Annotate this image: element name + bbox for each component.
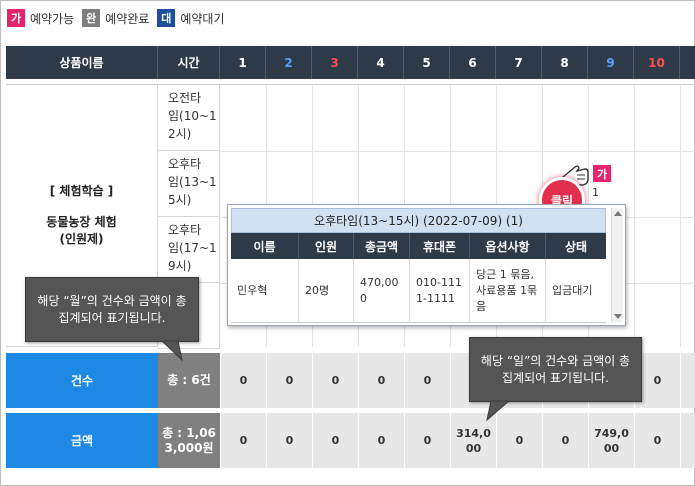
reservation-total: 470,000	[354, 259, 410, 323]
tooltip-pointer	[486, 400, 511, 422]
amount-cell	[680, 413, 695, 468]
amount-cell: 0	[358, 413, 404, 468]
time-slot-line: 임(13~1	[168, 175, 217, 189]
legend-available: 가 예약가능	[7, 9, 74, 27]
available-badge: 가	[7, 9, 25, 27]
time-slot-cell: 오전타임(10~1 2시)	[158, 85, 220, 151]
legend-label: 예약가능	[30, 11, 75, 26]
grid-line	[220, 151, 695, 152]
amount-row: 금액 총 : 1,063,000원 0 0 0 0 0 314,000 0 0 749,000 0	[6, 413, 695, 468]
time-slot-line: 임(10~1	[168, 109, 217, 123]
grid-line	[634, 85, 635, 347]
reservation-phone: 010-1111-1111	[410, 259, 470, 323]
header-day: 6	[450, 46, 496, 79]
time-slot-line: 9시)	[168, 259, 192, 273]
header-day: 1	[220, 46, 266, 79]
time-slot-line: 5시)	[168, 193, 192, 207]
count-cell	[680, 353, 695, 408]
time-slot-cell: 오후타임(17~1 9시)	[158, 217, 220, 283]
popup-col-phone: 휴대폰	[410, 233, 470, 259]
reservation-options: 당근 1 묶음, 사료용품 1묶음	[470, 259, 546, 323]
amount-cell: 0	[312, 413, 358, 468]
amount-total: 총 : 1,063,000원	[158, 413, 220, 468]
amount-cell: 0	[220, 413, 266, 468]
reservation-popup: 오후타임(13~15시) (2022-07-09) (1) 이름 인원 총금액 …	[227, 204, 626, 326]
header-day: 3	[312, 46, 358, 79]
product-type: (인원제)	[59, 232, 104, 246]
waiting-badge: 대	[157, 9, 176, 27]
product-category: [ 체험학습 ]	[49, 184, 114, 198]
count-cell: 0	[404, 353, 450, 408]
popup-col-options: 옵션사항	[470, 233, 546, 259]
count-cell: 0	[312, 353, 358, 408]
time-slot-line: 오전타	[168, 91, 202, 105]
popup-header-row: 이름 인원 총금액 휴대폰 옵션사항 상태	[231, 233, 606, 259]
grid-line	[680, 85, 681, 347]
scroll-up-icon[interactable]	[614, 211, 622, 216]
legend-label: 예약완료	[105, 11, 150, 26]
count-cell: 0	[266, 353, 312, 408]
completed-badge: 완	[82, 9, 101, 27]
popup-scrollbar[interactable]	[611, 208, 623, 322]
time-slot-line: 오후타	[168, 157, 202, 171]
tooltip-pointer	[160, 340, 183, 362]
popup-col-people: 인원	[299, 233, 354, 259]
available-badge[interactable]: 가	[593, 165, 611, 182]
time-slot-line: 임(17~1	[168, 241, 217, 255]
tooltip-text: 해당 “월”의 건수와 금액이 총 집계되어 표기됩니다.	[37, 293, 187, 325]
legend-completed: 완 예약완료	[82, 9, 149, 27]
amount-cell: 749,000	[588, 413, 634, 468]
header-day: 8	[542, 46, 588, 79]
time-slot-line: 2시)	[168, 127, 192, 141]
time-slot-line: 오후타	[168, 223, 202, 237]
header-product: 상품이름	[6, 46, 158, 79]
header-time: 시간	[158, 46, 220, 79]
reservation-status: 입금대기	[552, 284, 593, 297]
table-header: 상품이름 시간 123456789101	[6, 46, 695, 79]
tooltip-text: 해당 “일”의 건수와 금액이 총 집계되어 표기됩니다.	[480, 353, 631, 385]
amount-cell: 0	[634, 413, 680, 468]
count-cell: 0	[220, 353, 266, 408]
available-count: 1	[592, 186, 599, 199]
amount-cell: 0	[404, 413, 450, 468]
header-day: 9	[588, 46, 634, 79]
legend: 가 예약가능 완 예약완료 대 예약대기	[7, 8, 233, 28]
legend-waiting: 대 예약대기	[157, 9, 225, 27]
product-name: 동물농장 체험	[46, 215, 117, 229]
reservation-name: 민우혁	[231, 259, 299, 323]
scroll-down-icon[interactable]	[614, 314, 622, 319]
header-day: 4	[358, 46, 404, 79]
amount-label: 금액	[6, 413, 158, 468]
popup-col-total: 총금액	[354, 233, 410, 259]
header-day: 5	[404, 46, 450, 79]
popup-title: 오후타임(13~15시) (2022-07-09) (1)	[231, 208, 606, 233]
header-day: 1	[680, 46, 695, 79]
count-cell: 0	[358, 353, 404, 408]
legend-label: 예약대기	[180, 11, 225, 26]
amount-cell: 0	[542, 413, 588, 468]
time-slot-cell: 오후타임(13~1 5시)	[158, 151, 220, 217]
popup-col-status: 상태	[564, 239, 588, 254]
popup-data-row[interactable]: 민우혁 20명 470,000 010-1111-1111 당근 1 묶음, 사…	[231, 259, 606, 323]
day-total-tooltip: 해당 “일”의 건수와 금액이 총 집계되어 표기됩니다.	[469, 337, 642, 402]
reservation-people: 20명	[299, 259, 354, 323]
popup-col-name: 이름	[231, 233, 299, 259]
header-day: 10	[634, 46, 680, 79]
count-label: 건수	[6, 353, 158, 408]
month-total-tooltip: 해당 “월”의 건수와 금액이 총 집계되어 표기됩니다.	[25, 277, 199, 342]
amount-cell: 0	[266, 413, 312, 468]
header-day: 2	[266, 46, 312, 79]
header-day: 7	[496, 46, 542, 79]
